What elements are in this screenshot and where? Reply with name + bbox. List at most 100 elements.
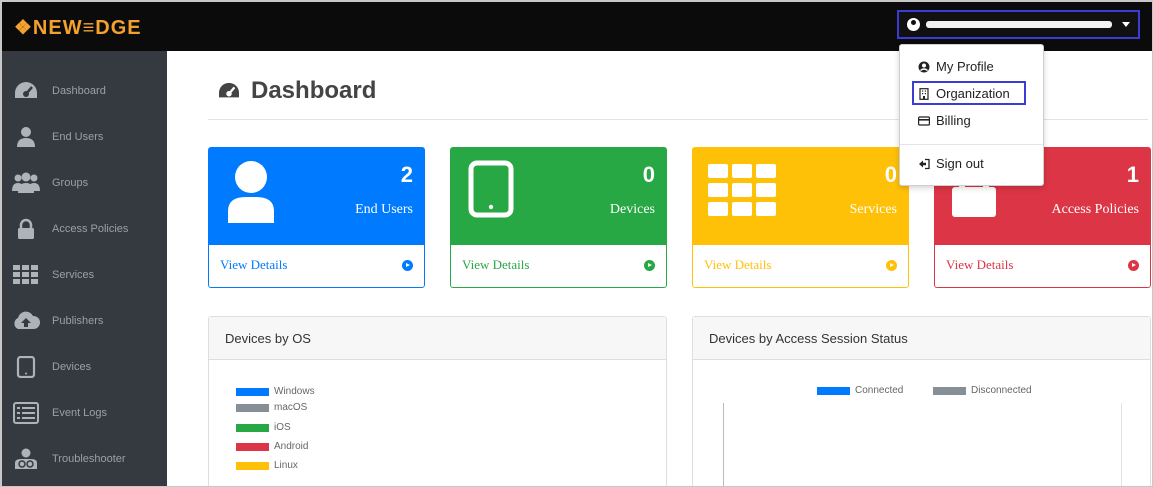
sidebar-item-groups[interactable]: Groups	[2, 163, 167, 203]
arrow-circle-right-icon[interactable]	[644, 260, 655, 271]
card-count: 0	[884, 162, 897, 187]
arrow-circle-right-icon[interactable]	[1128, 260, 1139, 271]
card-footer[interactable]: View Details	[934, 245, 1151, 288]
legend-label: Android	[274, 441, 309, 452]
legend-label: Connected	[855, 385, 904, 396]
legend-item-linux[interactable]: Linux	[236, 460, 298, 471]
menu-item-my-profile[interactable]: My Profile	[918, 59, 994, 74]
tablet-icon	[468, 160, 514, 218]
sidebar-item-dashboard[interactable]: Dashboard	[2, 71, 167, 111]
sidebar-item-label: Groups	[52, 177, 89, 189]
sidebar-item-label: Troubleshooter	[52, 453, 126, 465]
grid-icon	[12, 264, 40, 286]
menu-item-billing[interactable]: Billing	[918, 113, 971, 128]
logo[interactable]: ❖NEW≡DGE	[14, 15, 142, 40]
sidebar-item-end-users[interactable]: End Users	[2, 117, 167, 157]
user-icon	[12, 126, 40, 148]
card-header: 0 Devices	[450, 147, 667, 245]
legend-label: macOS	[274, 402, 308, 413]
legend-swatch	[236, 442, 269, 451]
dashboard-icon	[219, 82, 239, 98]
arrow-circle-right-icon[interactable]	[402, 260, 413, 271]
user-circle-icon	[907, 18, 920, 31]
sidebar-item-label: Devices	[52, 361, 92, 373]
legend-item-windows[interactable]: Windows	[236, 386, 315, 397]
page-title: Dashboard	[217, 77, 376, 105]
legend-label: Linux	[274, 460, 298, 471]
sidebar-item-access-policies[interactable]: Access Policies	[2, 209, 167, 249]
panel-title: Devices by OS	[209, 317, 666, 360]
user-dropdown-menu: My Profile Organization Billing Sign out	[899, 44, 1044, 186]
view-details-link[interactable]: View Details	[704, 257, 771, 273]
panel-devices-by-session-status: Devices by Access Session Status Connect…	[692, 316, 1151, 486]
legend-swatch	[236, 423, 269, 432]
card-footer[interactable]: View Details	[692, 245, 909, 288]
card-devices: 0 Devices View Details	[450, 147, 667, 288]
sidebar-item-label: End Users	[52, 131, 104, 143]
chart-y-axis	[723, 403, 724, 486]
sidebar-item-label: Dashboard	[52, 85, 106, 97]
sign-out-icon	[919, 158, 930, 169]
menu-item-label: Organization	[936, 86, 1010, 101]
legend-swatch	[236, 387, 269, 396]
user-icon	[228, 161, 274, 223]
panel-devices-by-os: Devices by OS Windows macOS iOS Android …	[208, 316, 667, 486]
view-details-link[interactable]: View Details	[946, 257, 1013, 273]
legend-label: Windows	[274, 386, 315, 397]
credit-card-icon	[918, 115, 930, 126]
card-label: Devices	[609, 202, 655, 217]
sidebar-item-devices[interactable]: Devices	[2, 347, 167, 387]
menu-divider	[900, 144, 1043, 145]
list-icon	[12, 402, 40, 424]
user-support-icon	[12, 448, 40, 470]
legend-swatch	[236, 403, 269, 412]
menu-item-label: My Profile	[936, 59, 994, 74]
legend-item-disconnected[interactable]: Disconnected	[933, 385, 1032, 396]
dashboard-icon	[12, 80, 40, 102]
sidebar-item-label: Event Logs	[52, 407, 108, 419]
grid-icon	[708, 164, 776, 216]
sidebar-item-label: Access Policies	[52, 223, 129, 235]
lock-icon	[12, 218, 40, 240]
view-details-link[interactable]: View Details	[220, 257, 287, 273]
caret-down-icon	[1122, 22, 1130, 27]
legend-item-android[interactable]: Android	[236, 441, 308, 452]
legend-swatch	[236, 461, 269, 470]
tablet-icon	[12, 356, 40, 378]
building-icon	[919, 87, 929, 100]
card-header: 0 Services	[692, 147, 909, 245]
legend-item-connected[interactable]: Connected	[817, 385, 903, 396]
legend-item-ios[interactable]: iOS	[236, 422, 291, 433]
users-icon	[12, 172, 40, 194]
legend-item-macos[interactable]: macOS	[236, 402, 307, 413]
user-circle-icon	[918, 61, 930, 72]
view-details-link[interactable]: View Details	[462, 257, 529, 273]
sidebar-item-publishers[interactable]: Publishers	[2, 301, 167, 341]
user-menu-button[interactable]	[897, 10, 1140, 39]
card-header: 2 End Users	[208, 147, 425, 245]
menu-item-label: Sign out	[936, 156, 984, 171]
card-label: Services	[849, 202, 897, 217]
card-footer[interactable]: View Details	[450, 245, 667, 288]
chart-right-gridline	[1121, 403, 1122, 486]
legend-label: Disconnected	[971, 385, 1032, 396]
sidebar-item-label: Services	[52, 269, 95, 281]
legend-swatch	[933, 386, 966, 395]
app-frame: ❖NEW≡DGE Dashboard End Users Groups Acce…	[2, 2, 1152, 486]
card-footer[interactable]: View Details	[208, 245, 425, 288]
sidebar-item-troubleshooter[interactable]: Troubleshooter	[2, 439, 167, 479]
arrow-circle-right-icon[interactable]	[886, 260, 897, 271]
card-count: 2	[400, 162, 413, 187]
card-services: 0 Services View Details	[692, 147, 909, 288]
menu-item-sign-out[interactable]: Sign out	[918, 156, 984, 171]
cloud-upload-icon	[12, 310, 40, 332]
card-count: 0	[642, 162, 655, 187]
panel-title: Devices by Access Session Status	[693, 317, 1150, 360]
page-title-text: Dashboard	[251, 77, 377, 104]
menu-item-organization[interactable]: Organization	[918, 86, 1010, 101]
sidebar-item-services[interactable]: Services	[2, 255, 167, 295]
sidebar-item-event-logs[interactable]: Event Logs	[2, 393, 167, 433]
menu-item-label: Billing	[936, 113, 971, 128]
sidebar: Dashboard End Users Groups Access Polici…	[2, 51, 167, 486]
card-count: 1	[1126, 162, 1139, 187]
